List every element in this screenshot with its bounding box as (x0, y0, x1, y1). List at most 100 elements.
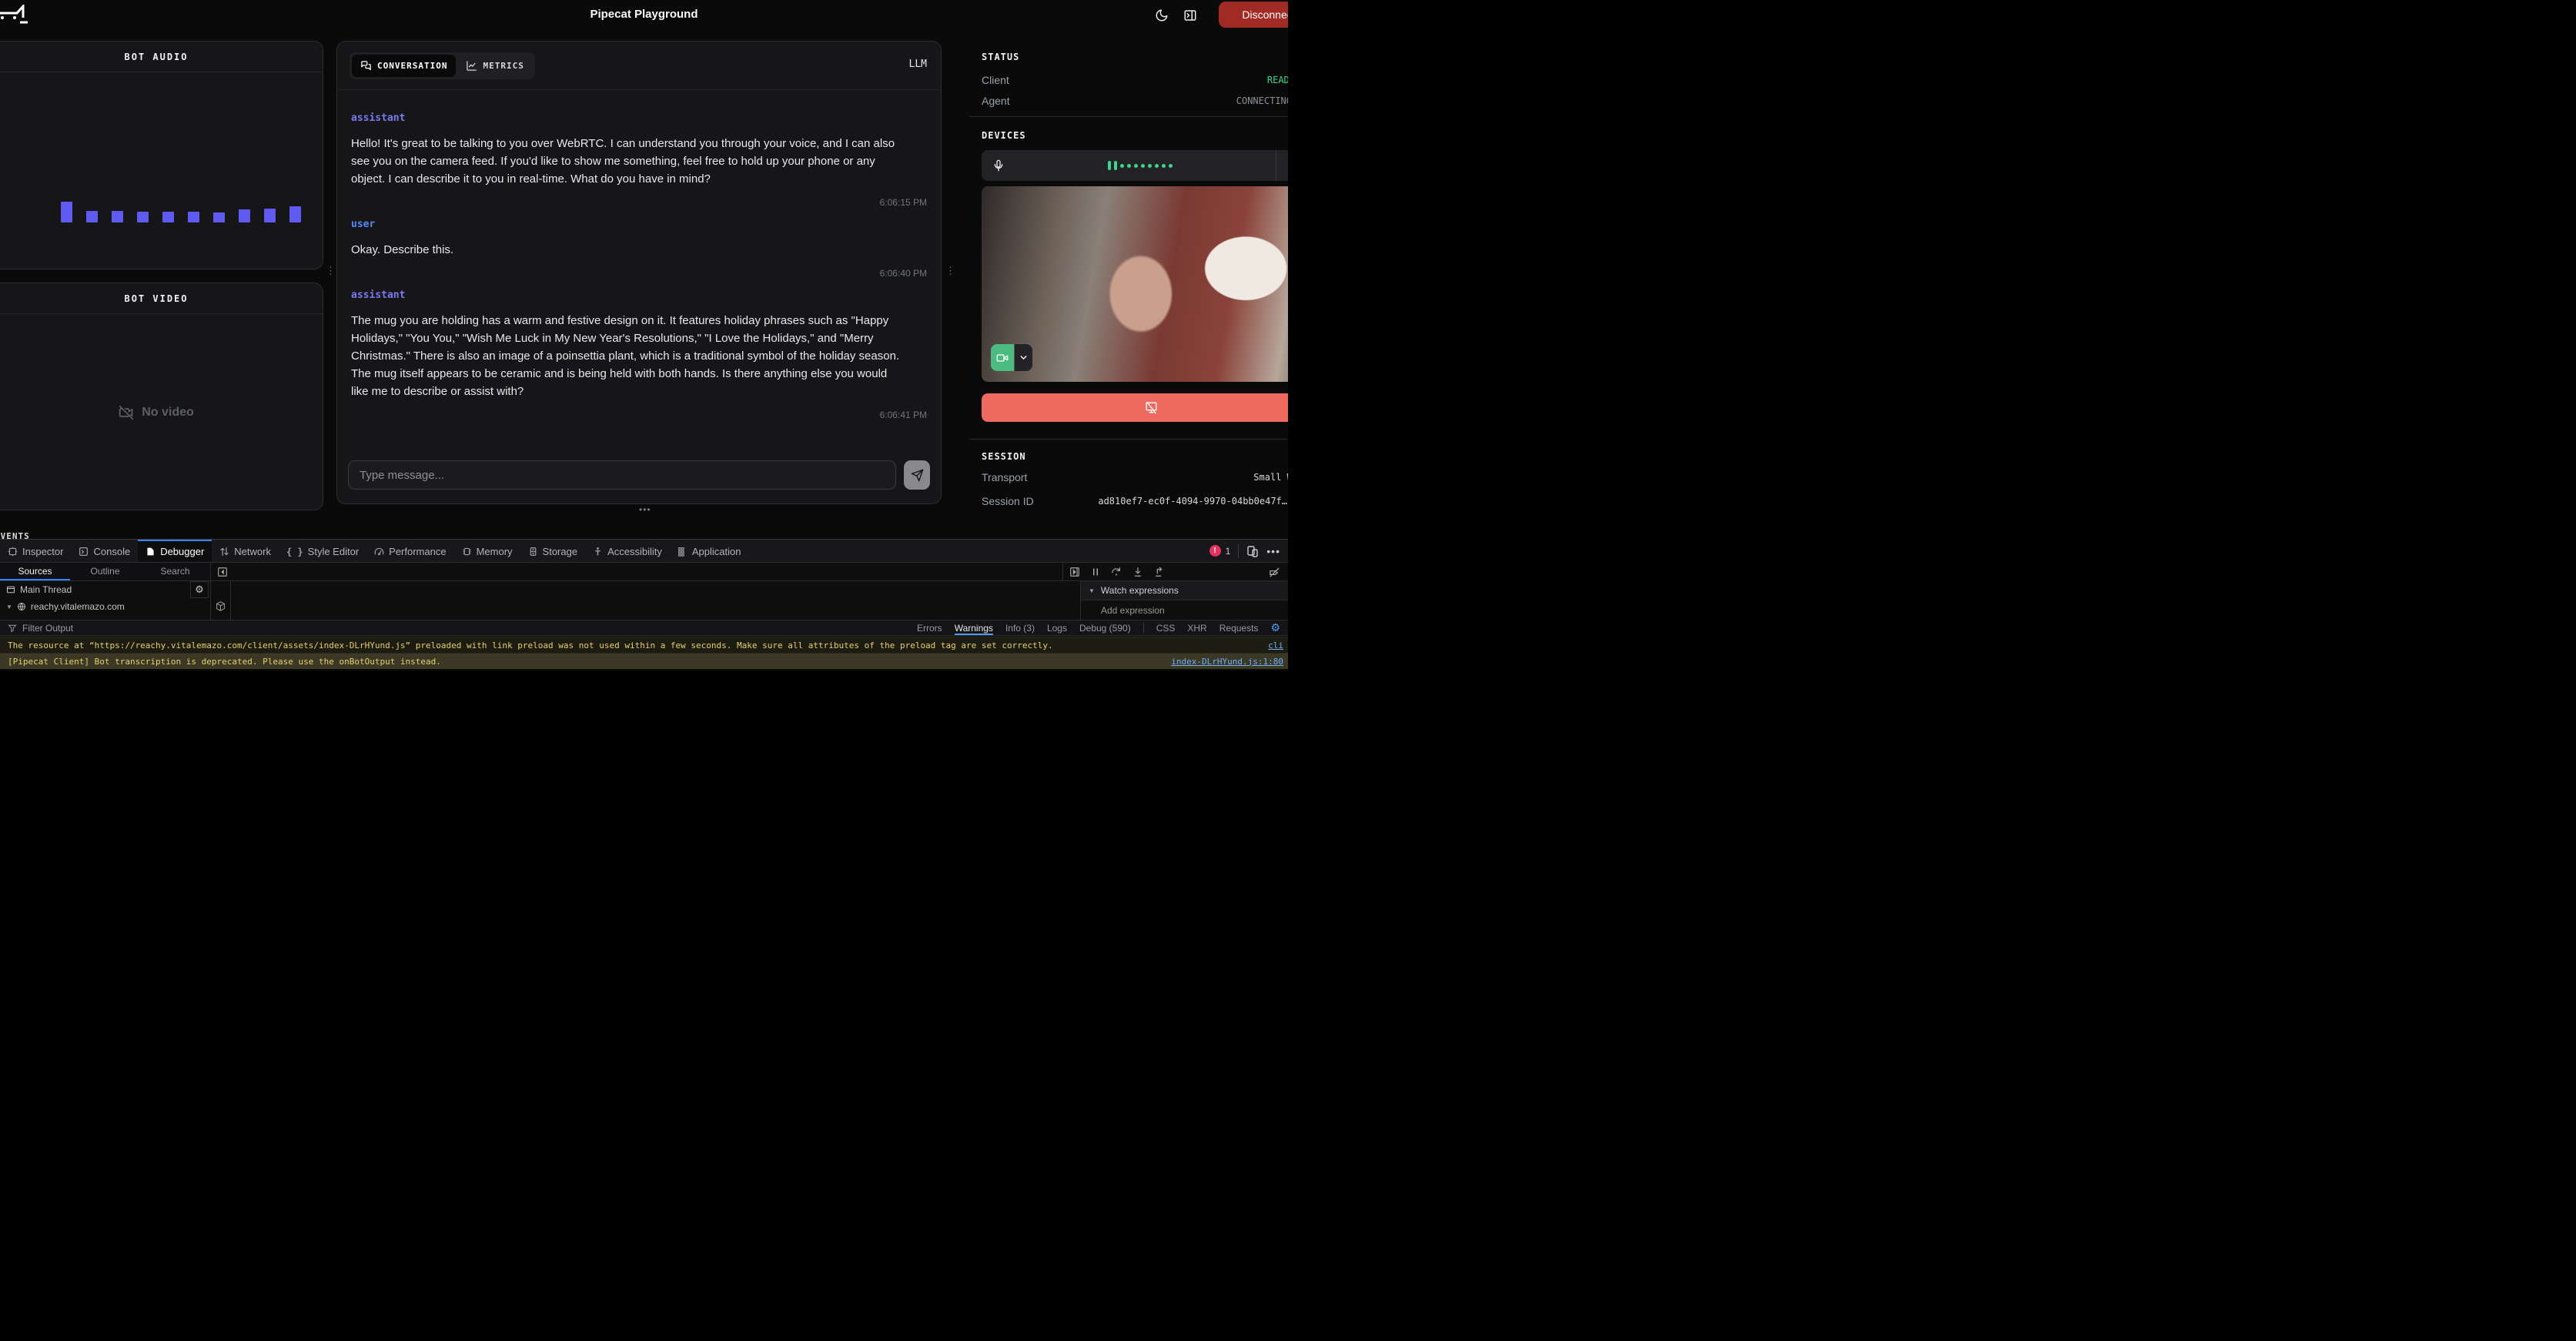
composer (348, 460, 930, 490)
theme-toggle-button[interactable] (1152, 5, 1172, 25)
filter-css[interactable]: CSS (1156, 623, 1176, 634)
pause-icon[interactable] (1091, 567, 1100, 577)
message-timestamp: 6:06:15 PM (351, 197, 927, 208)
devtools-tab-application[interactable]: Application (670, 540, 749, 562)
mic-dropdown-toggle[interactable] (1276, 150, 1288, 181)
tab-sources[interactable]: Sources (0, 563, 70, 580)
devtools-tab-accessibility[interactable]: Accessibility (585, 540, 670, 562)
filter-errors[interactable]: Errors (917, 623, 942, 634)
memory-chip-icon (462, 547, 472, 557)
filter-debug[interactable]: Debug (590) (1079, 623, 1131, 634)
filter-info[interactable]: Info (3) (1005, 623, 1035, 634)
page-title: Pipecat Playground (0, 8, 1288, 21)
filter-output-input[interactable]: Filter Output (0, 623, 73, 634)
tab-conversation[interactable]: CONVERSATION (352, 55, 456, 77)
braces-icon: { } (286, 547, 303, 557)
devtools-tab-label: Inspector (22, 546, 63, 557)
conversation-tab-group: CONVERSATION METRICS (350, 52, 535, 79)
console-source-link[interactable]: index-DLrHYund.js:1:80 (1157, 657, 1283, 667)
message-timestamp: 6:06:40 PM (351, 268, 927, 279)
microphone-selector[interactable] (982, 150, 1288, 181)
disconnect-button[interactable]: Disconnect (1219, 2, 1288, 28)
step-out-icon[interactable] (1154, 567, 1165, 577)
gauge-icon (374, 547, 384, 557)
filter-logs[interactable]: Logs (1047, 623, 1067, 634)
grid-icon (677, 547, 687, 557)
chevron-down-icon (1019, 353, 1029, 363)
message-input[interactable] (348, 460, 896, 490)
console-icon (79, 547, 89, 557)
devtools-tab-debugger[interactable]: Debugger (138, 540, 212, 562)
error-count-badge[interactable]: ! 1 (1209, 545, 1231, 557)
client-status-row: Client READY (982, 74, 1288, 86)
devtools-tab-console[interactable]: Console (71, 540, 138, 562)
devtools-tab-network[interactable]: Network (212, 540, 279, 562)
resize-handle[interactable]: ⋮ (326, 269, 336, 273)
devices-section-title: DEVICES (982, 130, 1026, 141)
mic-level-dot (1114, 161, 1117, 170)
microphone-icon (992, 159, 1005, 172)
step-over-icon[interactable] (1111, 567, 1122, 577)
storage-icon (528, 547, 538, 557)
tree-item-main-thread[interactable]: Main Thread ⚙ (0, 581, 210, 598)
camera-toggle-button[interactable] (991, 344, 1014, 371)
step-in-icon[interactable] (1132, 567, 1143, 577)
filter-output-placeholder: Filter Output (22, 623, 73, 634)
session-id-label: Session ID (982, 495, 1034, 507)
message-text: Okay. Describe this. (351, 241, 905, 259)
message-list[interactable]: assistant Hello! It's great to be talkin… (337, 91, 941, 445)
message-role: user (351, 219, 927, 230)
message-role: assistant (351, 112, 927, 124)
gear-icon[interactable]: ⚙ (190, 581, 209, 598)
devtools-tab-label: Console (93, 546, 130, 557)
console-source-link[interactable]: cli (1254, 640, 1283, 650)
responsive-design-icon[interactable] (1246, 545, 1259, 557)
devtools-tab-inspector[interactable]: Inspector (0, 540, 71, 562)
conversation-panel: CONVERSATION METRICS LLM assistant Hello… (336, 41, 942, 504)
tab-metrics[interactable]: METRICS (457, 55, 532, 77)
collapse-sources-panel-button[interactable] (211, 563, 234, 580)
agent-status-row: Agent CONNECTING (982, 95, 1288, 107)
audio-bar (61, 202, 72, 222)
separator (1238, 544, 1239, 558)
session-id-value: ad810ef7-ec0f-4094-9970-04bb0e47f… (1098, 496, 1287, 507)
devtools-tab-style-editor[interactable]: { } Style Editor (279, 540, 366, 562)
devtools-menu-button[interactable]: ••• (1266, 545, 1280, 557)
tree-item-label: Main Thread (20, 584, 72, 595)
tab-metrics-label: METRICS (483, 61, 524, 71)
tab-outline[interactable]: Outline (70, 563, 140, 580)
resize-handle-horizontal[interactable]: ••• (639, 504, 651, 515)
model-label: LLM (909, 59, 927, 70)
filter-warnings[interactable]: Warnings (955, 623, 993, 634)
tab-search[interactable]: Search (140, 563, 210, 580)
devtools-tab-label: Style Editor (308, 546, 359, 557)
funnel-icon (8, 624, 17, 633)
local-camera-preview (982, 186, 1288, 382)
add-expression-row[interactable]: Add expression (1081, 600, 1288, 620)
devtools-body: Main Thread ⚙ ▼ reachy.vitalemazo.com ▼ … (0, 581, 1288, 620)
message-role: assistant (351, 289, 927, 301)
camera-dropdown-button[interactable] (1015, 344, 1032, 371)
panel-collapse-left-icon (217, 567, 228, 577)
toggle-sidebar-button[interactable] (1180, 5, 1200, 25)
filter-requests[interactable]: Requests (1219, 623, 1259, 634)
devtools-tab-memory[interactable]: Memory (454, 540, 520, 562)
screen-share-off-icon (1144, 400, 1159, 415)
console-warning-row[interactable]: [Pipecat Client] Bot transcription is de… (0, 653, 1288, 669)
section-divider (969, 439, 1288, 440)
devtools-tab-storage[interactable]: Storage (520, 540, 586, 562)
send-button[interactable] (904, 460, 930, 490)
console-warning-row[interactable]: The resource at “https://reachy.vitalema… (0, 637, 1288, 653)
audio-bar (289, 206, 301, 222)
screen-share-button[interactable] (982, 393, 1288, 422)
tree-item-domain[interactable]: ▼ reachy.vitalemazo.com (0, 598, 210, 615)
console-settings-gear-icon[interactable]: ⚙ (1270, 621, 1280, 634)
watch-expressions-header[interactable]: ▼ Watch expressions (1081, 581, 1288, 600)
resize-handle[interactable]: ⋮ (945, 269, 955, 273)
devtools-tab-performance[interactable]: Performance (366, 540, 453, 562)
filter-xhr[interactable]: XHR (1187, 623, 1206, 634)
bot-audio-title: BOT AUDIO (0, 42, 323, 72)
deactivate-breakpoints-icon[interactable] (1269, 567, 1280, 578)
panel-toggle-icon[interactable] (1069, 567, 1080, 577)
tree-item-label: reachy.vitalemazo.com (31, 601, 125, 612)
